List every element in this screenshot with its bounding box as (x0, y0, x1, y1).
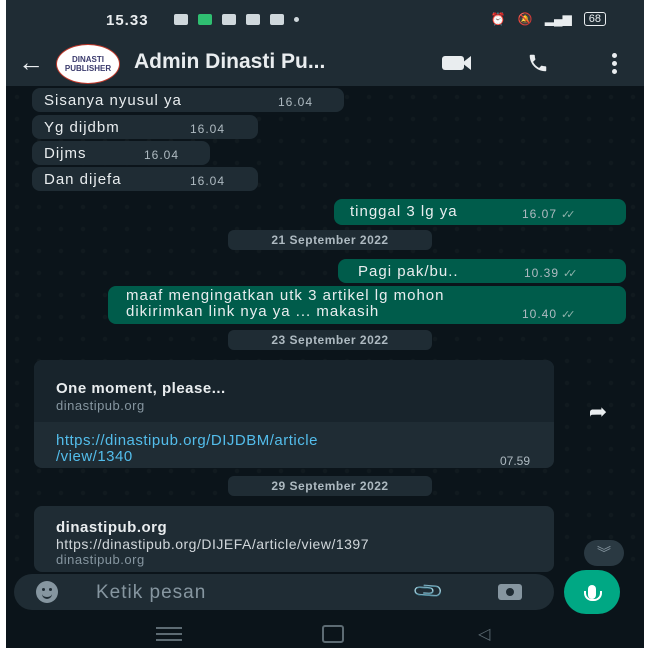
app-icon (270, 14, 284, 25)
more-options-icon[interactable] (604, 48, 624, 78)
preview-domain: dinastipub.org (56, 552, 145, 567)
preview-title: One moment, please... (56, 380, 226, 397)
message-time: 16.04 (190, 174, 226, 188)
message-input[interactable] (94, 580, 398, 606)
mail-icon (246, 14, 260, 25)
message-bubble[interactable]: maaf mengingatkan utk 3 artikel lg mohon… (108, 286, 626, 324)
signal-icon: ▂▄▆ (544, 12, 572, 26)
forward-icon[interactable]: ➦ (578, 392, 618, 432)
article-link-line1[interactable]: https://dinastipub.org/DIJDBM/article (56, 432, 318, 449)
message-text: Dijms (44, 145, 87, 162)
preview-url[interactable]: https://dinastipub.org/DIJEFA/article/vi… (56, 536, 369, 552)
message-text: tinggal 3 lg ya (350, 203, 458, 220)
read-ticks-icon: ✓✓ (561, 309, 576, 321)
gallery-icon (222, 14, 236, 25)
date-divider: 21 September 2022 (228, 230, 432, 250)
mic-icon (584, 585, 602, 601)
mic-button[interactable] (564, 570, 620, 614)
link-message-card[interactable]: One moment, please... dinastipub.org htt… (34, 360, 554, 468)
message-time: 07.59 (500, 454, 531, 468)
message-time: 16.04 (144, 148, 180, 162)
date-divider: 23 September 2022 (228, 330, 432, 350)
message-bubble[interactable]: Dijms 16.04 (32, 141, 210, 165)
avatar-text: DINASTI PUBLISHER (64, 55, 112, 73)
phone-screen: 15.33 ⏰ 🔕 ▂▄▆ 68 ← DINASTI PUBLISHER Adm… (6, 0, 644, 648)
status-bar: 15.33 ⏰ 🔕 ▂▄▆ 68 (6, 0, 644, 40)
preview-domain: dinastipub.org (56, 398, 145, 413)
messages-icon (198, 14, 212, 25)
emoji-icon[interactable] (36, 581, 58, 603)
article-link-line2[interactable]: /view/1340 (56, 448, 133, 465)
date-divider: 29 September 2022 (228, 476, 432, 496)
message-time: 16.07 ✓✓ (522, 207, 576, 221)
contact-avatar[interactable]: DINASTI PUBLISHER (56, 44, 120, 84)
message-time: 10.40 ✓✓ (522, 307, 576, 321)
message-text-line1: maaf mengingatkan utk 3 artikel lg mohon (126, 287, 445, 304)
camera-icon[interactable] (498, 584, 522, 600)
system-icons: ⏰ 🔕 ▂▄▆ 68 (491, 12, 606, 26)
message-bubble[interactable]: Sisanya nyusul ya 16.04 (32, 88, 344, 112)
scroll-down-icon[interactable]: ︾ (584, 540, 624, 566)
read-ticks-icon: ✓✓ (563, 268, 578, 280)
contact-name[interactable]: Admin Dinasti Pu... (134, 50, 325, 74)
message-time: 16.04 (278, 95, 314, 109)
message-bubble[interactable]: Dan dijefa 16.04 (32, 167, 258, 191)
message-input-bar: 📎 (14, 574, 554, 610)
link-message-card[interactable]: dinastipub.org https://dinastipub.org/DI… (34, 506, 554, 572)
message-bubble[interactable]: Yg dijdbm 16.04 (32, 115, 258, 139)
message-time: 10.39 ✓✓ (524, 266, 578, 280)
home-nav-icon[interactable] (322, 625, 344, 643)
message-bubble[interactable]: tinggal 3 lg ya 16.07 ✓✓ (334, 199, 626, 225)
read-ticks-icon: ✓✓ (561, 209, 576, 221)
message-text: Dan dijefa (44, 171, 122, 188)
message-text: Sisanya nyusul ya (44, 92, 182, 109)
system-nav-bar: ◁ (6, 616, 644, 648)
mute-icon: 🔕 (517, 12, 533, 26)
video-call-icon[interactable] (436, 48, 476, 78)
status-time: 15.33 (106, 12, 149, 29)
message-text: Yg dijdbm (44, 119, 120, 136)
bag-icon (174, 14, 188, 25)
more-notifications-icon (294, 17, 299, 22)
chat-area[interactable]: Sisanya nyusul ya 16.04 Yg dijdbm 16.04 … (6, 86, 644, 572)
battery-icon: 68 (583, 12, 606, 26)
attachment-icon[interactable]: 📎 (411, 574, 446, 609)
link-preview[interactable]: One moment, please... dinastipub.org (34, 360, 554, 422)
message-text-line2: dikirimkan link nya ya ... makasih (126, 303, 380, 320)
notification-icons (174, 14, 299, 25)
chat-header: ← DINASTI PUBLISHER Admin Dinasti Pu... (6, 40, 644, 86)
preview-title: dinastipub.org (56, 519, 168, 536)
back-nav-icon[interactable]: ◁ (478, 624, 490, 644)
message-bubble[interactable]: Pagi pak/bu.. 10.39 ✓✓ (338, 259, 626, 283)
recents-nav-icon[interactable] (156, 627, 182, 641)
voice-call-icon[interactable] (518, 48, 558, 78)
alarm-icon: ⏰ (490, 12, 506, 26)
message-time: 16.04 (190, 122, 226, 136)
back-arrow-icon[interactable]: ← (18, 48, 44, 76)
message-text: Pagi pak/bu.. (358, 263, 459, 280)
